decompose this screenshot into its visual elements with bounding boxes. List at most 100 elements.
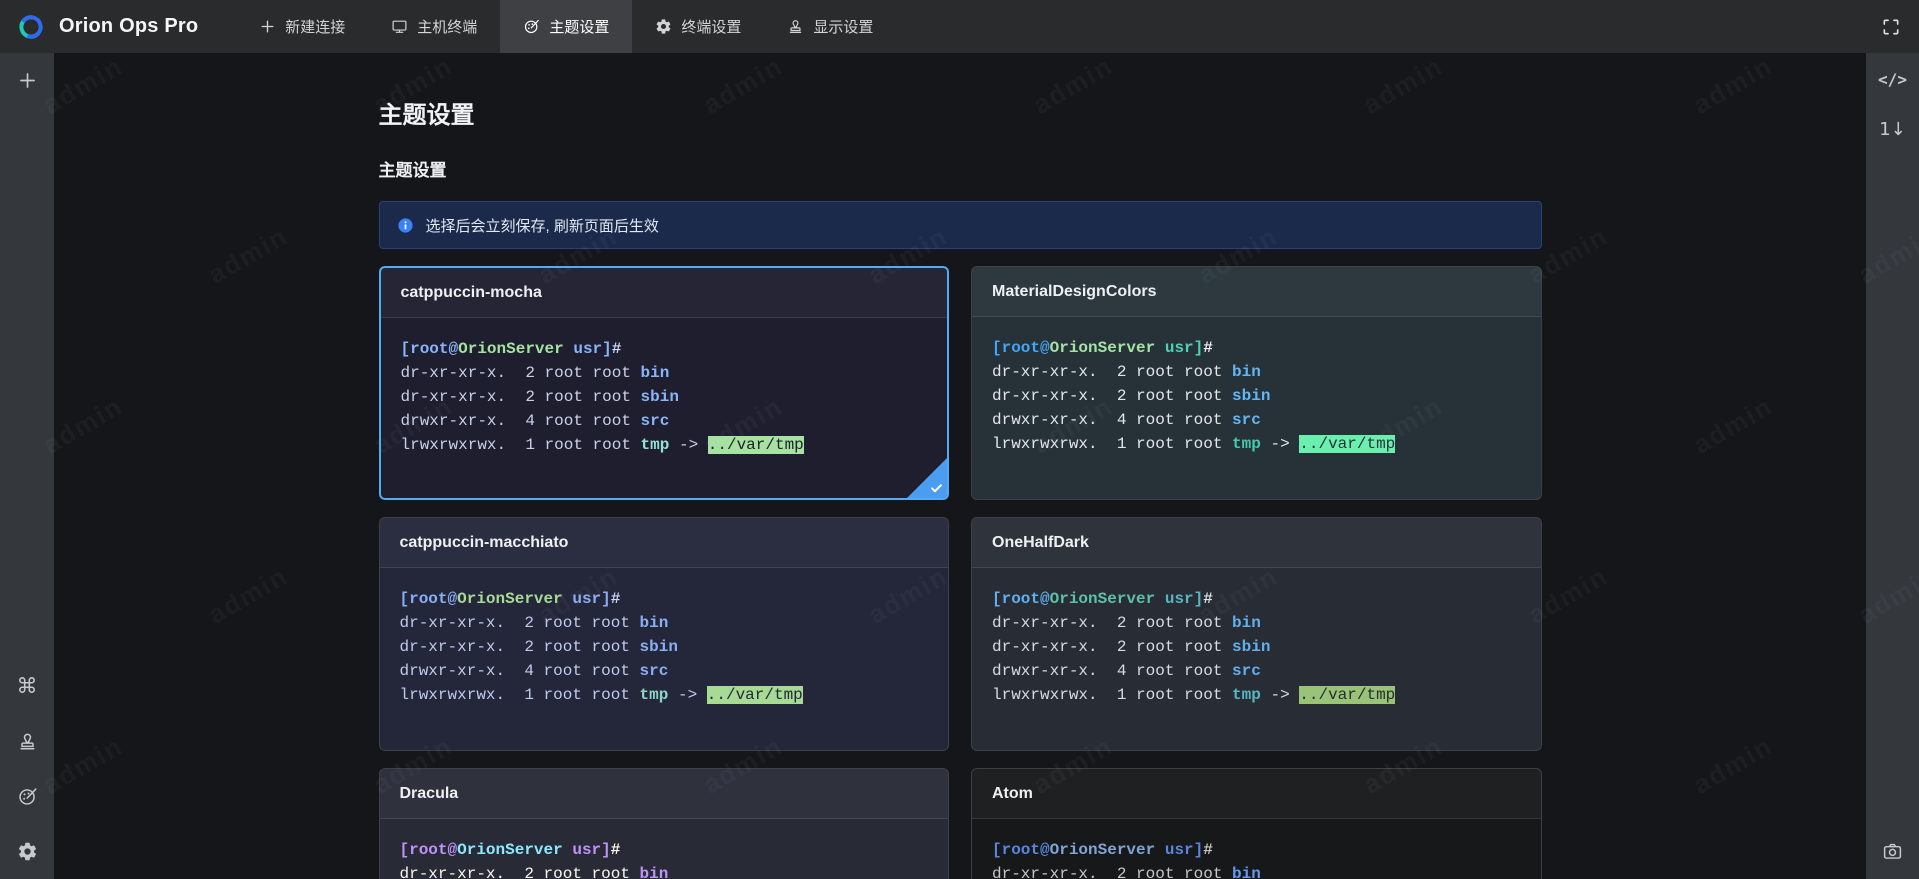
terminal-segment: bin (640, 614, 669, 632)
info-banner: 选择后会立刻保存, 刷新页面后生效 (379, 201, 1542, 249)
terminal-line: [root@OrionServer usr]# (401, 337, 928, 361)
terminal-segment: tmp (1232, 435, 1261, 453)
tab-label: 新建连接 (285, 16, 345, 37)
terminal-preview: [root@OrionServer usr]#dr-xr-xr-x. 2 roo… (380, 819, 949, 879)
terminal-line: dr-xr-xr-x. 2 root root sbin (992, 635, 1521, 659)
right-rail: </> 1↓ (1866, 53, 1919, 879)
display-settings-button[interactable] (10, 724, 44, 758)
fullscreen-icon[interactable] (1878, 14, 1904, 40)
terminal-line: lrwxrwxrwx. 1 root root tmp -> ../var/tm… (401, 433, 928, 457)
terminal-preview: [root@OrionServer usr]# dr-xr-xr-x. 2 roo… (381, 318, 948, 476)
terminal-segment: sbin (640, 638, 678, 656)
theme-card-MaterialDesignColors[interactable]: MaterialDesignColors [root@OrionServer u… (971, 266, 1542, 500)
terminal-segment: usr] (564, 340, 612, 358)
terminal-segment: OrionServer (1050, 590, 1156, 608)
code-button[interactable]: </> (1876, 63, 1910, 97)
terminal-segment: tmp (641, 436, 670, 454)
theme-card-header: Atom (972, 769, 1541, 819)
theme-card-header: catppuccin-macchiato (380, 518, 949, 568)
terminal-segment: dr-xr-xr-x. 2 root root (992, 387, 1232, 405)
terminal-line: lrwxrwxrwx. 1 root root tmp -> ../var/tm… (992, 683, 1521, 707)
theme-card-header: catppuccin-mocha (381, 268, 948, 318)
terminal-line: drwxr-xr-x. 4 root root src (401, 409, 928, 433)
theme-card-Atom[interactable]: Atom [root@OrionServer usr]#dr-xr-xr-x. … (971, 768, 1542, 879)
terminal-segment: [root@ (992, 339, 1050, 357)
tab-new-connection[interactable]: 新建连接 (236, 0, 368, 53)
terminal-segment: drwxr-xr-x. 4 root root (992, 662, 1232, 680)
monitor-icon (391, 18, 408, 35)
plus-icon (259, 18, 276, 35)
terminal-preview: [root@OrionServer usr]#dr-xr-xr-x. 2 roo… (972, 568, 1541, 726)
terminal-line: dr-xr-xr-x. 2 root root bin (992, 611, 1521, 635)
terminal-line: [root@OrionServer usr]# (400, 838, 929, 862)
terminal-segment: bin (1232, 614, 1261, 632)
terminal-segment: dr-xr-xr-x. 2 root root (992, 614, 1232, 632)
terminal-segment: OrionServer (1050, 339, 1156, 357)
screenshot-button[interactable] (1876, 834, 1910, 868)
terminal-segment: drwxr-xr-x. 4 root root (401, 412, 641, 430)
terminal-segment: [root@ (400, 841, 458, 859)
settings-button[interactable] (10, 834, 44, 868)
terminal-segment: tmp (1232, 686, 1261, 704)
terminal-segment: dr-xr-xr-x. 2 root root (400, 614, 640, 632)
theme-card-OneHalfDark[interactable]: OneHalfDark [root@OrionServer usr]#dr-xr… (971, 517, 1542, 751)
terminal-segment: lrwxrwxrwx. 1 root root (992, 435, 1232, 453)
info-icon (397, 217, 414, 234)
terminal-segment: # (611, 841, 621, 859)
tab-theme-settings[interactable]: 主题设置 (500, 0, 632, 53)
terminal-segment: src (640, 662, 669, 680)
theme-name: catppuccin-mocha (401, 284, 542, 302)
terminal-segment: sbin (641, 388, 679, 406)
terminal-segment: lrwxrwxrwx. 1 root root (992, 686, 1232, 704)
sort-button[interactable]: 1↓ (1876, 113, 1910, 147)
terminal-segment: usr] (563, 841, 611, 859)
palette-icon (523, 18, 540, 35)
orion-logo-icon (14, 10, 48, 44)
theme-card-catppuccin-macchiato[interactable]: catppuccin-macchiato [root@OrionServer u… (379, 517, 950, 751)
tab-label: 主机终端 (417, 16, 477, 37)
terminal-segment: [root@ (401, 340, 459, 358)
code-icon: </> (1878, 72, 1907, 88)
page-title: 主题设置 (379, 95, 1542, 130)
theme-card-catppuccin-mocha[interactable]: catppuccin-mocha [root@OrionServer usr]#… (379, 266, 950, 500)
terminal-segment: dr-xr-xr-x. 2 root root (992, 363, 1232, 381)
tab-display-settings[interactable]: 显示设置 (764, 0, 896, 53)
info-banner-text: 选择后会立刻保存, 刷新页面后生效 (426, 215, 659, 236)
theme-card-header: MaterialDesignColors (972, 267, 1541, 317)
tab-label: 终端设置 (681, 16, 741, 37)
terminal-segment: dr-xr-xr-x. 2 root root (992, 865, 1232, 879)
terminal-segment: dr-xr-xr-x. 2 root root (401, 388, 641, 406)
terminal-segment: src (1232, 411, 1261, 429)
theme-grid: catppuccin-mocha [root@OrionServer usr]#… (379, 266, 1542, 879)
tab-terminal-settings[interactable]: 终端设置 (632, 0, 764, 53)
terminal-line: lrwxrwxrwx. 1 root root tmp -> ../var/tm… (400, 683, 929, 707)
gear-icon (17, 841, 38, 862)
theme-settings-button[interactable] (10, 779, 44, 813)
terminal-segment: # (612, 340, 622, 358)
terminal-segment: # (1203, 590, 1213, 608)
theme-name: MaterialDesignColors (992, 283, 1156, 301)
terminal-line: [root@OrionServer usr]# (400, 587, 929, 611)
tab-host-terminal[interactable]: 主机终端 (368, 0, 500, 53)
theme-card-header: Dracula (380, 769, 949, 819)
new-tab-button[interactable] (10, 63, 44, 97)
theme-card-Dracula[interactable]: Dracula [root@OrionServer usr]#dr-xr-xr-… (379, 768, 950, 879)
terminal-segment: ../var/tmp (707, 686, 803, 704)
camera-icon (1882, 841, 1903, 862)
terminal-segment: ../var/tmp (1299, 686, 1395, 704)
terminal-segment: dr-xr-xr-x. 2 root root (400, 638, 640, 656)
terminal-segment: [root@ (992, 841, 1050, 859)
command-button[interactable]: ⌘ (10, 669, 44, 703)
plus-icon (17, 70, 38, 91)
terminal-segment: sbin (1232, 638, 1270, 656)
terminal-segment: bin (640, 865, 669, 879)
terminal-line: lrwxrwxrwx. 1 root root tmp -> ../var/tm… (992, 432, 1521, 456)
left-rail: ⌘ (0, 53, 54, 879)
terminal-segment: usr] (1155, 841, 1203, 859)
terminal-segment: usr] (563, 590, 611, 608)
terminal-segment: bin (1232, 363, 1261, 381)
check-icon (929, 480, 944, 495)
topbar-right (1878, 0, 1919, 53)
terminal-line: dr-xr-xr-x. 2 root root sbin (400, 635, 929, 659)
terminal-segment: src (641, 412, 670, 430)
